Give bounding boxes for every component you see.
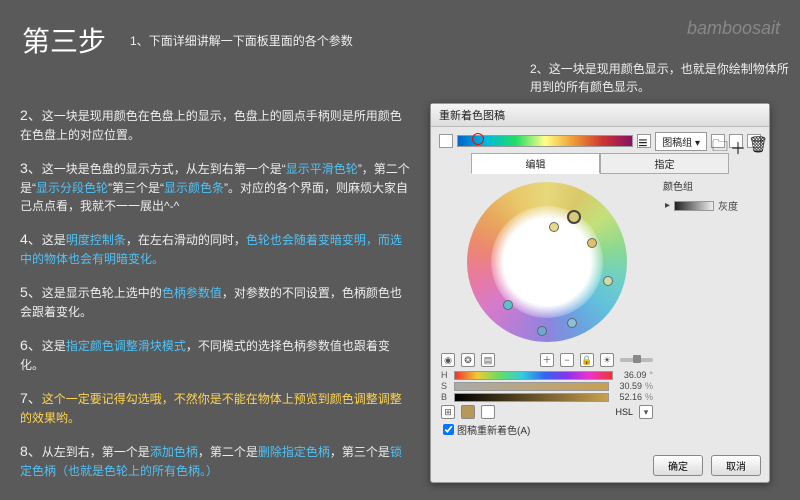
color-mode-icon[interactable]: ⊞ [441, 405, 455, 419]
tab-assign[interactable]: 指定 [600, 153, 729, 174]
recolor-checkbox-input[interactable] [443, 424, 454, 435]
color-handle[interactable] [549, 222, 559, 232]
color-handle[interactable] [587, 238, 597, 248]
hsb-bar[interactable] [454, 371, 613, 380]
menu-icon[interactable]: ≡ [637, 134, 651, 148]
color-group-item[interactable]: ▸ 灰度 [663, 196, 763, 215]
slider-mode-label[interactable]: HSL [615, 407, 633, 417]
new-group-icon[interactable]: ＋ [729, 134, 743, 148]
hsb-bar[interactable] [454, 382, 609, 391]
hsb-sliders: H36.09°S30.59%B52.16% [441, 370, 653, 402]
color-handle[interactable] [567, 318, 577, 328]
intro-text: 1、下面详细讲解一下面板里面的各个参数 [130, 32, 353, 49]
swatch-a-icon[interactable] [461, 405, 475, 419]
brightness-icon: ☀ [600, 353, 614, 367]
color-bars-icon[interactable]: ▤ [481, 353, 495, 367]
mode-tabs: 编辑 指定 [471, 153, 729, 174]
slider-mode-menu-icon[interactable]: ▾ [639, 405, 653, 419]
color-wheel-area[interactable] [447, 180, 647, 350]
color-groups-header: 颜色组 [663, 178, 763, 193]
cancel-button[interactable]: 取消 [711, 455, 761, 476]
smooth-wheel-icon[interactable]: ◉ [441, 353, 455, 367]
base-color-swatch[interactable] [439, 134, 453, 148]
recolor-artwork-panel: 重新着色图稿 ≡ 图稿组 ▾ 🗀 ＋ 🗑 编辑 指定 ◉ ❂ [430, 103, 770, 483]
hsb-bar[interactable] [454, 393, 609, 402]
group-swatch [674, 201, 714, 211]
tab-edit[interactable]: 编辑 [471, 153, 600, 174]
lock-handle-icon[interactable]: 🔒 [580, 353, 594, 367]
add-handle-icon[interactable]: ＋ [540, 353, 554, 367]
segmented-wheel-icon[interactable]: ❂ [461, 353, 475, 367]
brightness-slider[interactable] [620, 358, 653, 362]
color-handle[interactable] [503, 300, 513, 310]
color-gradient-bar[interactable] [457, 135, 633, 147]
annotation-top-2: 2、这一块是现用颜色显示，也就是你绘制物体所用到的所有颜色显示。 [530, 60, 800, 96]
panel-title: 重新着色图稿 [431, 104, 769, 127]
save-group-icon[interactable]: 🗀 [711, 134, 725, 148]
delete-group-icon[interactable]: 🗑 [747, 134, 761, 148]
ok-button[interactable]: 确定 [653, 455, 703, 476]
swatch-b-icon[interactable] [481, 405, 495, 419]
color-handle[interactable] [537, 326, 547, 336]
remove-handle-icon[interactable]: − [560, 353, 574, 367]
step-title: 第三步 [22, 20, 106, 60]
color-groups-panel: 颜色组 ▸ 灰度 [663, 178, 763, 440]
artwork-group-dropdown[interactable]: 图稿组 ▾ [655, 132, 707, 151]
recolor-checkbox[interactable]: 图稿重新着色(A) [443, 422, 651, 437]
current-colors-bar: ≡ 图稿组 ▾ 🗀 ＋ 🗑 [439, 133, 761, 149]
watermark: bamboosait [687, 18, 780, 39]
color-handle[interactable] [603, 276, 613, 286]
annotations-list: 2、这一块是现用颜色在色盘上的显示，色盘上的圆点手柄则是所用颜色在色盘上的对应位… [20, 105, 410, 494]
color-wheel[interactable] [467, 182, 627, 342]
color-handle-active[interactable] [567, 210, 581, 224]
expand-icon[interactable]: ▸ [665, 200, 670, 211]
